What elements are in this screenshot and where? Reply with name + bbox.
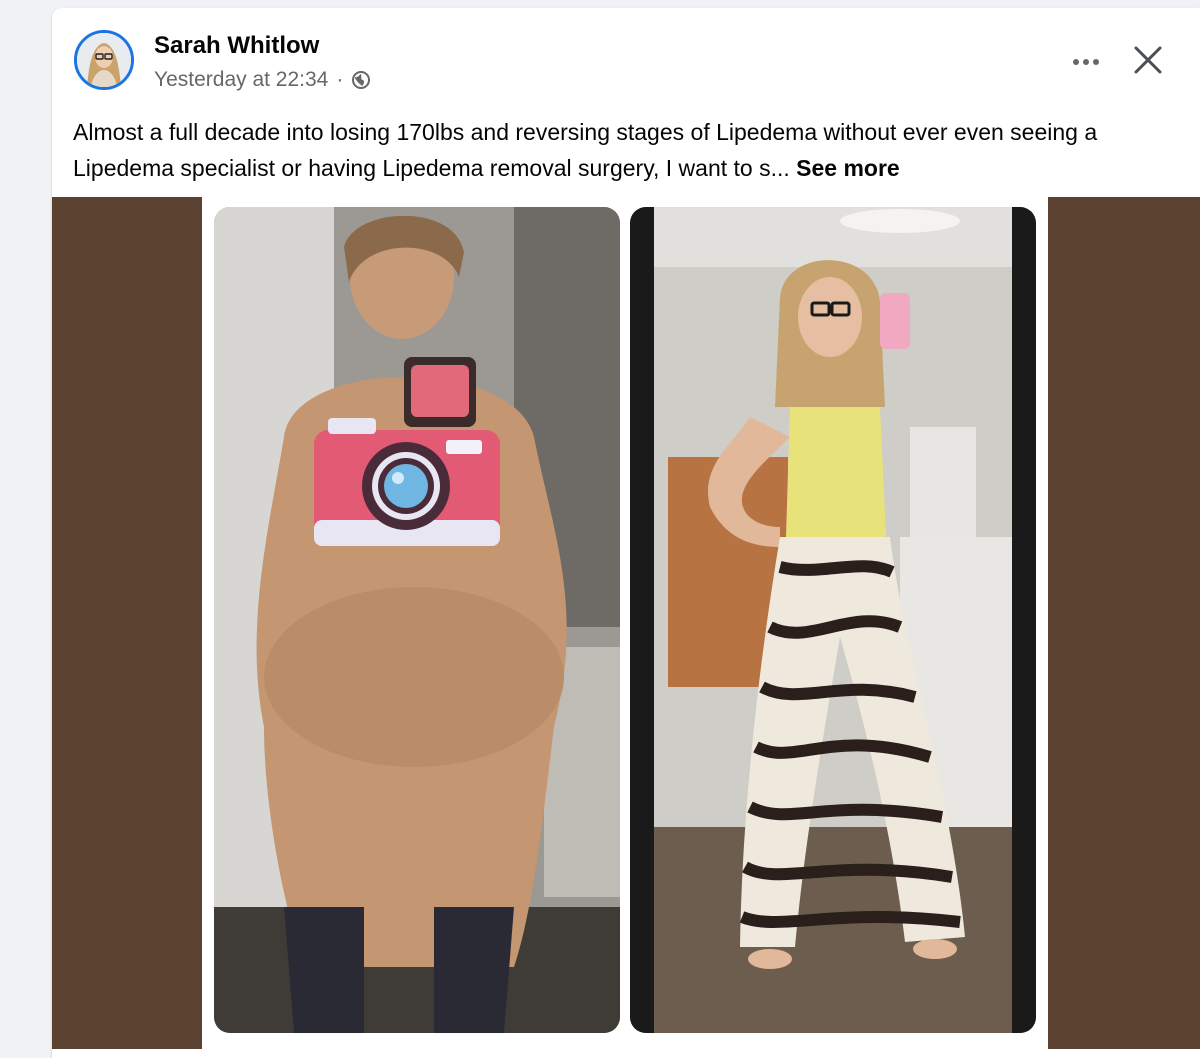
more-options-icon[interactable] bbox=[1062, 42, 1110, 82]
author-name[interactable]: Sarah Whitlow bbox=[154, 32, 319, 60]
avatar-image bbox=[77, 33, 131, 87]
globe-icon[interactable] bbox=[351, 70, 371, 90]
dot bbox=[1073, 59, 1079, 65]
close-icon[interactable] bbox=[1128, 40, 1168, 80]
post-text: Almost a full decade into losing 170lbs … bbox=[73, 114, 1163, 186]
post-timestamp[interactable]: Yesterday at 22:34 bbox=[154, 68, 328, 92]
post-media[interactable] bbox=[52, 197, 1200, 1049]
post-meta: Yesterday at 22:34 · bbox=[154, 68, 371, 92]
meta-separator: · bbox=[336, 68, 344, 91]
avatar[interactable] bbox=[74, 30, 134, 90]
dot bbox=[1083, 59, 1089, 65]
post-body: Almost a full decade into losing 170lbs … bbox=[73, 119, 1098, 181]
post-card: Sarah Whitlow Yesterday at 22:34 · Almos… bbox=[52, 8, 1200, 1058]
dot bbox=[1093, 59, 1099, 65]
post-footer-edge bbox=[52, 1049, 1200, 1058]
after-photo[interactable] bbox=[630, 207, 1036, 1033]
see-more-link[interactable]: See more bbox=[796, 155, 900, 181]
media-frame bbox=[202, 197, 1048, 1049]
before-photo[interactable] bbox=[214, 207, 620, 1033]
